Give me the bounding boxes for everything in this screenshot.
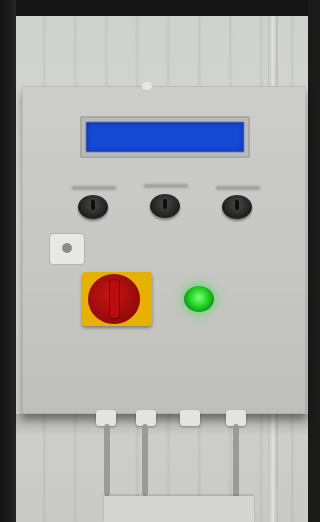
selector-knob-2[interactable]	[150, 194, 180, 218]
frame-top	[0, 0, 314, 16]
indicator-lamp	[184, 286, 214, 312]
knob-pointer-icon	[235, 200, 239, 210]
key-switch[interactable]	[50, 234, 84, 264]
cable-gland-3	[180, 410, 200, 426]
lcd-display	[86, 122, 244, 152]
cabinet-top-screw	[142, 82, 152, 90]
isolator-handle-icon	[110, 280, 119, 318]
photo	[0, 0, 314, 522]
knob-pointer-icon	[163, 199, 167, 209]
knob-label-2	[144, 184, 188, 188]
cable-2	[142, 424, 148, 496]
cable-1	[104, 424, 110, 496]
selector-knob-3[interactable]	[222, 195, 252, 219]
junction-box	[104, 496, 254, 522]
frame-right	[308, 0, 314, 522]
key-slot-icon	[62, 243, 72, 253]
knob-label-3	[216, 186, 260, 190]
frame-left	[0, 0, 16, 522]
selector-knob-1[interactable]	[78, 195, 108, 219]
knob-label-1	[72, 186, 116, 190]
cabinet-shadow	[16, 414, 308, 436]
knob-pointer-icon	[91, 200, 95, 210]
